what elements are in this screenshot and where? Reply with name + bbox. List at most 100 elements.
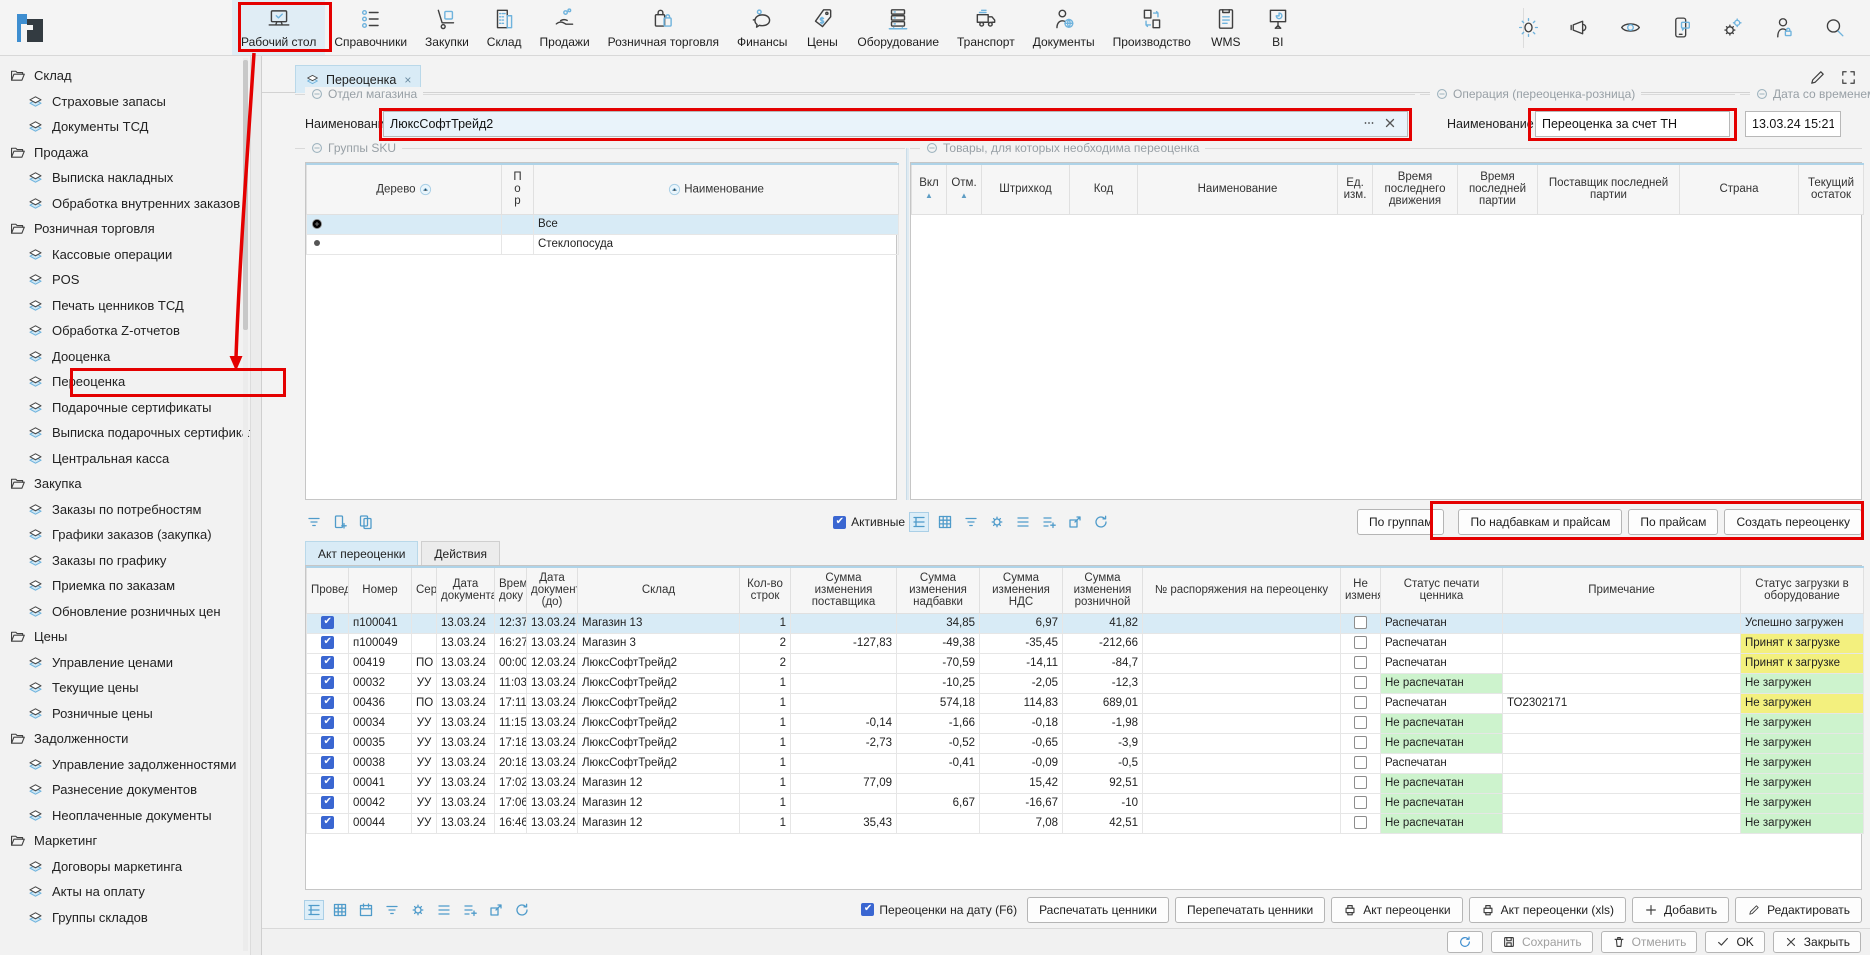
active-checkbox-box[interactable] bbox=[833, 516, 846, 529]
refresh-button[interactable] bbox=[1447, 931, 1483, 953]
operation-name-input[interactable] bbox=[1535, 111, 1730, 137]
sidebar-section[interactable]: Задолженности bbox=[0, 726, 242, 752]
export-icon[interactable] bbox=[487, 901, 505, 919]
by-markups-prices-button[interactable]: По надбавкам и прайсам bbox=[1458, 509, 1622, 535]
column-header[interactable]: Статус загрузки в оборудование bbox=[1741, 567, 1864, 613]
tab-act-pereocenki[interactable]: Акт переоценки bbox=[305, 541, 418, 565]
list-add-icon[interactable] bbox=[1040, 513, 1058, 531]
column-header[interactable]: Время последнего движения bbox=[1373, 164, 1458, 214]
sidebar-item[interactable]: Группы складов bbox=[0, 905, 242, 931]
sidebar-item[interactable]: Обновление розничных цен bbox=[0, 599, 242, 625]
row-checkbox[interactable] bbox=[321, 816, 334, 829]
calendar-icon[interactable] bbox=[357, 901, 375, 919]
row-checkbox[interactable] bbox=[321, 756, 334, 769]
filter-icon[interactable] bbox=[962, 513, 980, 531]
filter-icon[interactable] bbox=[305, 513, 323, 531]
expand-icon[interactable] bbox=[1839, 68, 1858, 87]
column-header[interactable]: Не изменять bbox=[1341, 567, 1381, 613]
sku-tree-cell[interactable] bbox=[307, 214, 502, 234]
create-revaluation-button[interactable]: Создать переоценку bbox=[1724, 509, 1862, 535]
grid-icon[interactable] bbox=[331, 901, 349, 919]
row-checkbox[interactable] bbox=[321, 656, 334, 669]
collapse-icon[interactable] bbox=[926, 142, 938, 154]
act-revaluation-xls-button[interactable]: Акт переоценки (xls) bbox=[1469, 897, 1626, 923]
close-button[interactable]: Закрыть bbox=[1773, 931, 1861, 953]
cancel-button[interactable]: Отменить bbox=[1601, 931, 1698, 953]
column-header[interactable]: Время последней партии bbox=[1458, 164, 1538, 214]
table-row[interactable]: Все bbox=[307, 214, 899, 234]
sidebar-splitter[interactable] bbox=[250, 56, 262, 955]
sidebar-item[interactable]: Кассовые операции bbox=[0, 242, 242, 268]
datetime-input[interactable] bbox=[1745, 111, 1841, 137]
sidebar-item[interactable]: Заказы по графику bbox=[0, 548, 242, 574]
collapse-icon[interactable] bbox=[1756, 88, 1768, 100]
device-copy-icon[interactable] bbox=[357, 513, 375, 531]
column-header[interactable]: Дата документа bbox=[437, 567, 495, 613]
toolbar-item-references[interactable]: Справочники bbox=[325, 0, 416, 55]
megaphone-icon[interactable] bbox=[1567, 15, 1592, 40]
sidebar-section[interactable]: Розничная торговля bbox=[0, 216, 242, 242]
sidebar-item[interactable]: Управление задолженностями bbox=[0, 752, 242, 778]
sidebar-item[interactable]: Выписка подарочных сертификатов bbox=[0, 420, 242, 446]
tab-deystviya[interactable]: Действия bbox=[421, 541, 500, 565]
column-header[interactable]: Склад bbox=[578, 567, 740, 613]
save-button[interactable]: Сохранить bbox=[1491, 931, 1593, 953]
eye-icon[interactable] bbox=[1618, 15, 1643, 40]
toolbar-item-bi[interactable]: BI bbox=[1252, 0, 1304, 55]
table-row[interactable]: 00419ПО13.03.2400:0012.03.24ЛюксСофтТрей… bbox=[307, 653, 1864, 673]
edit-button[interactable]: Редактировать bbox=[1735, 897, 1862, 923]
sidebar-item[interactable]: Обработка внутренних заказов bbox=[0, 191, 242, 217]
list-icon[interactable] bbox=[1014, 513, 1032, 531]
table-row[interactable]: п10004113.03.2412:3713.03.24Магазин 1313… bbox=[307, 613, 1864, 633]
collapse-icon[interactable] bbox=[311, 142, 323, 154]
table-row[interactable]: 00038УУ13.03.2420:1813.03.24ЛюксСофтТрей… bbox=[307, 753, 1864, 773]
sidebar-item[interactable]: Страховые запасы bbox=[0, 89, 242, 115]
active-checkbox[interactable]: Активные bbox=[833, 515, 905, 529]
sidebar-section[interactable]: Маркетинг bbox=[0, 828, 242, 854]
toolbar-item-prices[interactable]: Цены bbox=[796, 0, 848, 55]
sidebar-section[interactable]: Склад bbox=[0, 63, 242, 89]
device-add-icon[interactable] bbox=[331, 513, 349, 531]
table-row[interactable]: 00034УУ13.03.2411:1513.03.24ЛюксСофтТрей… bbox=[307, 713, 1864, 733]
feedback-icon[interactable] bbox=[1669, 15, 1694, 40]
column-header[interactable]: Сумма изменения НДС bbox=[980, 567, 1063, 613]
column-header[interactable]: Сумма изменения поставщика bbox=[791, 567, 897, 613]
no-change-checkbox[interactable] bbox=[1354, 616, 1367, 629]
column-header[interactable]: Примечание bbox=[1503, 567, 1741, 613]
settings-icon[interactable] bbox=[1720, 15, 1745, 40]
sidebar-item[interactable]: Центральная касса bbox=[0, 446, 242, 472]
table-row[interactable]: п10004913.03.2416:2713.03.24Магазин 32-1… bbox=[307, 633, 1864, 653]
table-row[interactable]: 00042УУ13.03.2417:0613.03.24Магазин 1216… bbox=[307, 793, 1864, 813]
pencil-icon[interactable] bbox=[1808, 68, 1827, 87]
column-header[interactable]: Серия bbox=[412, 567, 437, 613]
column-header[interactable]: Наименование bbox=[534, 164, 899, 214]
table-row[interactable]: 00436ПО13.03.2417:1113.03.24ЛюксСофтТрей… bbox=[307, 693, 1864, 713]
no-change-checkbox[interactable] bbox=[1354, 756, 1367, 769]
table-row[interactable]: 00035УУ13.03.2417:1813.03.24ЛюксСофтТрей… bbox=[307, 733, 1864, 753]
table-row[interactable]: 00044УУ13.03.2416:4613.03.24Магазин 1213… bbox=[307, 813, 1864, 833]
search-icon[interactable] bbox=[1822, 15, 1847, 40]
filter-icon[interactable] bbox=[383, 901, 401, 919]
list-icon[interactable] bbox=[435, 901, 453, 919]
row-checkbox[interactable] bbox=[321, 696, 334, 709]
row-checkbox[interactable] bbox=[321, 736, 334, 749]
sidebar-item[interactable]: Документы ТСД bbox=[0, 114, 242, 140]
column-header[interactable]: Страна bbox=[1680, 164, 1799, 214]
sidebar-item[interactable]: Обработка Z-отчетов bbox=[0, 318, 242, 344]
reprint-pricetags-button[interactable]: Перепечатать ценники bbox=[1175, 897, 1325, 923]
brightness-icon[interactable] bbox=[1516, 15, 1541, 40]
tree-expand-icon[interactable] bbox=[311, 218, 323, 230]
revaluation-date-checkbox[interactable]: Переоценки на дату (F6) bbox=[861, 903, 1017, 917]
row-checkbox[interactable] bbox=[321, 616, 334, 629]
sku-tree-cell[interactable] bbox=[307, 234, 502, 254]
ok-button[interactable]: OK bbox=[1705, 931, 1764, 953]
collapse-icon[interactable] bbox=[311, 88, 323, 100]
table-row[interactable]: 00041УУ13.03.2417:0213.03.24Магазин 1217… bbox=[307, 773, 1864, 793]
no-change-checkbox[interactable] bbox=[1354, 776, 1367, 789]
dots-icon[interactable] bbox=[1362, 116, 1376, 130]
sidebar-section[interactable]: Цены bbox=[0, 624, 242, 650]
toolbar-item-warehouse[interactable]: Склад bbox=[478, 0, 531, 55]
sidebar-item[interactable]: POS bbox=[0, 267, 242, 293]
dept-name-input[interactable] bbox=[383, 111, 1408, 137]
no-change-checkbox[interactable] bbox=[1354, 736, 1367, 749]
